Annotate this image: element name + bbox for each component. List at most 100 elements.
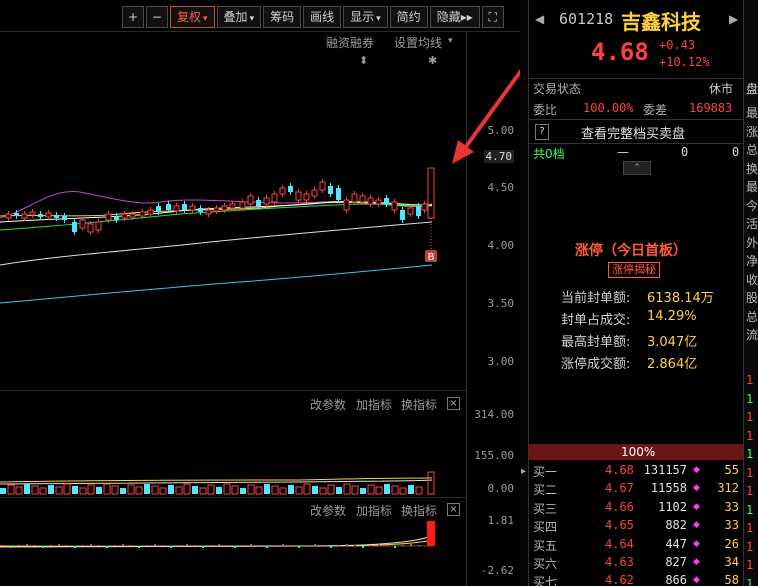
restore-rights-button[interactable]: 复权 ▾ xyxy=(170,6,215,28)
bid-row[interactable]: 买三 4.66 1102 ◆ 33 xyxy=(529,499,744,517)
diamond-icon: ◆ xyxy=(693,520,700,531)
seal-amount-label: 当前封单额: xyxy=(561,291,631,306)
macd-bar xyxy=(58,544,60,546)
panel-splitter[interactable]: ▸ xyxy=(520,0,528,586)
bid-row[interactable]: 买六 4.63 827 ◆ 34 xyxy=(529,554,744,572)
bid-row[interactable]: 买一 4.68 131157 ◆ 55 xyxy=(529,462,744,480)
restore-rights-label: 复权 xyxy=(177,10,202,24)
candle xyxy=(400,210,405,220)
display-button[interactable]: 显示 ▾ xyxy=(343,6,388,28)
limit-up-reveal-button[interactable]: 涨停揭秘 xyxy=(608,262,660,278)
bid-level-label: 买二 xyxy=(533,483,558,498)
view-full-book-link[interactable]: 查看完整档买卖盘 xyxy=(581,123,685,142)
macd-bar xyxy=(90,544,92,546)
close-panel-icon[interactable]: × xyxy=(447,503,460,516)
candle xyxy=(182,204,187,210)
macd-bar xyxy=(106,546,108,548)
kline-chart-area[interactable]: + − 复权 ▾ 叠加 ▾ 筹码 画线 显示 ▾ 简约 隐藏▸▸ ⛶ 融资融券 设置均… xyxy=(0,0,528,586)
tab-pankou[interactable]: 盘 xyxy=(746,80,758,97)
prev-stock-icon[interactable]: ◀ xyxy=(535,12,544,26)
macd-bar xyxy=(266,546,268,548)
bid-volume: 11558 xyxy=(650,481,687,496)
far-right-label: 总 xyxy=(746,143,758,157)
next-stock-icon[interactable]: ▶ xyxy=(729,12,738,26)
macd-bar xyxy=(378,544,380,546)
volume-tick: 155.00 xyxy=(474,449,514,462)
bid-row[interactable]: 买五 4.64 447 ◆ 26 xyxy=(529,536,744,554)
candle xyxy=(79,219,86,229)
limit-up-title: 涨停（今日首板） xyxy=(575,243,687,259)
bid-order-count: 312 xyxy=(717,481,739,496)
candle xyxy=(229,203,236,209)
macd-bar xyxy=(82,545,84,546)
margin-trading-link[interactable]: 融资融券 xyxy=(326,34,374,51)
collapse-icon[interactable]: ▸ xyxy=(521,466,526,477)
edit-params-link[interactable]: 改参数 xyxy=(310,396,346,413)
candle xyxy=(336,188,341,200)
volume-bar xyxy=(39,487,47,495)
volume-bar xyxy=(111,485,119,495)
bid-price: 4.63 xyxy=(605,555,634,569)
volume-bar xyxy=(247,484,255,495)
candlestick-plot[interactable]: B xyxy=(0,110,466,390)
macd-dif-line xyxy=(0,535,433,547)
switch-indicator-link[interactable]: 换指标 xyxy=(401,396,437,413)
overlay-button[interactable]: 叠加 ▾ xyxy=(216,6,262,28)
far-right-label: 最 xyxy=(746,106,758,120)
candle xyxy=(45,212,52,218)
macd-plot[interactable] xyxy=(0,516,466,572)
volume-bar xyxy=(199,487,207,495)
sell-dash: — xyxy=(617,145,629,159)
hide-button[interactable]: 隐藏▸▸ xyxy=(429,6,480,28)
asterisk-icon[interactable]: ✱ xyxy=(428,54,437,67)
candle xyxy=(173,205,180,212)
far-right-value: 1 xyxy=(746,539,754,554)
far-right-value: 1 xyxy=(746,373,754,387)
bid-row[interactable]: 买七 4.62 866 ◆ 58 xyxy=(529,572,744,586)
volume-plot[interactable] xyxy=(0,440,466,496)
ma-line-cyan xyxy=(0,264,433,304)
buy-strength-pct: 100% xyxy=(621,445,656,459)
bid-price: 4.62 xyxy=(605,573,634,586)
diamond-icon: ◆ xyxy=(693,465,700,475)
volume-bar xyxy=(408,485,414,494)
limit-turnover-value: 2.864亿 xyxy=(647,357,698,372)
close-panel-icon[interactable]: × xyxy=(447,397,460,410)
macd-tick: -2.62 xyxy=(480,564,514,577)
chips-button[interactable]: 筹码 xyxy=(263,6,302,28)
far-right-label: 换 xyxy=(746,161,758,176)
candle-limit-up xyxy=(427,167,435,219)
chevron-down-icon: ▾ xyxy=(448,36,453,46)
diamond-icon: ◆ xyxy=(693,575,700,586)
macd-bar xyxy=(234,546,236,548)
macd-bar xyxy=(298,546,300,548)
macd-bar xyxy=(122,544,124,546)
volume-bar xyxy=(48,485,54,494)
bid-row[interactable]: 买四 4.65 882 ◆ 33 xyxy=(529,517,744,535)
macd-bar xyxy=(346,544,348,546)
fullscreen-icon[interactable]: ⛶ xyxy=(481,6,504,28)
candle xyxy=(95,221,102,231)
simple-button[interactable]: 简约 xyxy=(389,6,428,28)
zoom-out-button[interactable]: − xyxy=(146,6,168,28)
ma-settings-link[interactable]: 设置均线 xyxy=(394,34,442,51)
zoom-in-button[interactable]: + xyxy=(122,6,144,28)
resize-icon[interactable]: ⬍ xyxy=(359,54,368,67)
sell-zero: 0 xyxy=(732,145,740,159)
draw-line-button[interactable]: 画线 xyxy=(303,6,342,28)
candle xyxy=(295,191,302,201)
candle xyxy=(328,186,333,194)
candle xyxy=(351,193,358,203)
help-icon[interactable]: ? xyxy=(535,124,549,140)
macd-bar xyxy=(418,545,420,546)
candle xyxy=(416,206,421,216)
volume-bar xyxy=(72,486,78,494)
add-indicator-link[interactable]: 加指标 xyxy=(356,396,392,413)
bid-row[interactable]: 买二 4.67 11558 ◆ 312 xyxy=(529,480,744,498)
chevron-down-icon: ▾ xyxy=(249,14,255,24)
volume-bar xyxy=(303,483,311,495)
bid-order-count: 58 xyxy=(724,573,739,586)
candle xyxy=(62,216,67,220)
expand-up-icon[interactable]: ⌃ xyxy=(623,161,651,175)
macd-bar xyxy=(314,544,316,546)
